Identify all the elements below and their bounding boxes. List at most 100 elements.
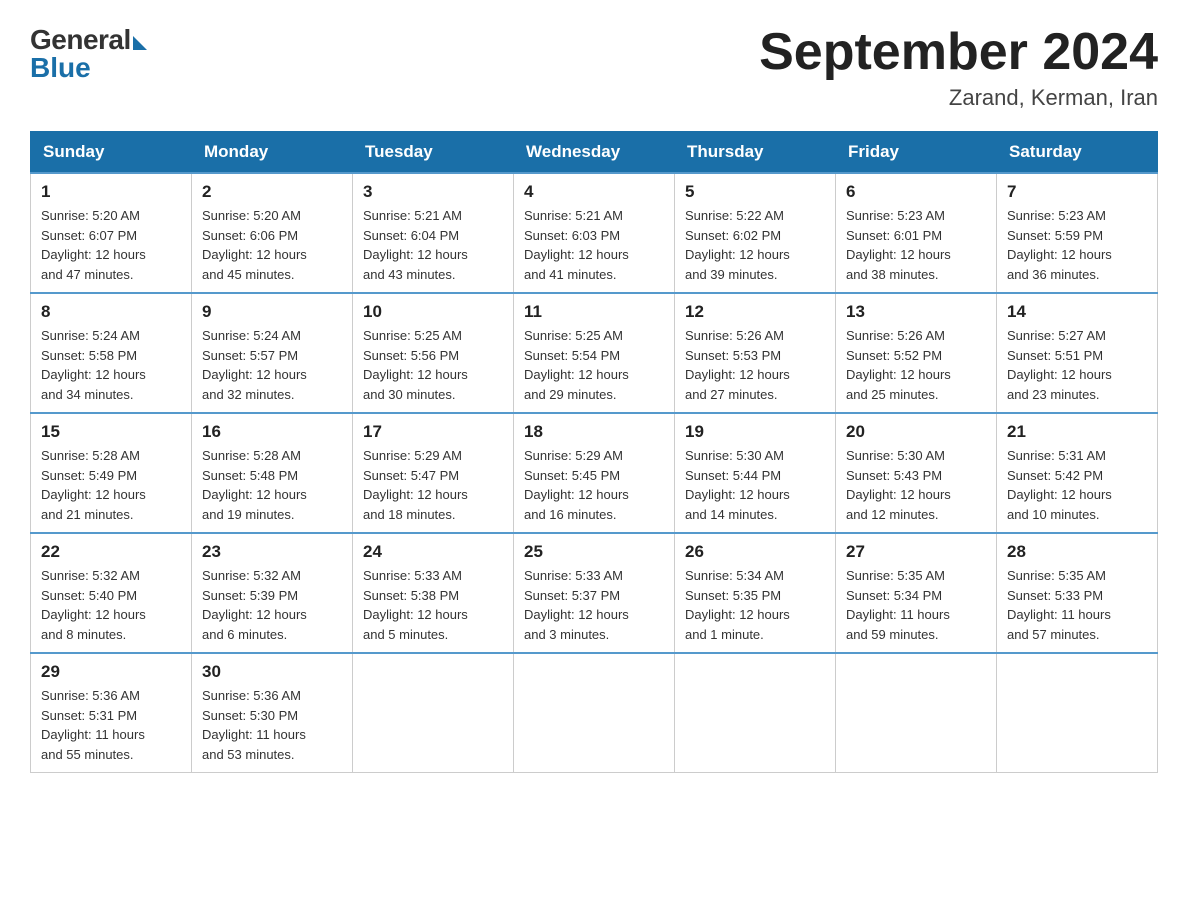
day-cell-24: 24 Sunrise: 5:33 AMSunset: 5:38 PMDayligh… <box>353 533 514 653</box>
day-number: 3 <box>363 182 503 202</box>
day-cell-3: 3 Sunrise: 5:21 AMSunset: 6:04 PMDaylight… <box>353 173 514 293</box>
day-info: Sunrise: 5:33 AMSunset: 5:37 PMDaylight:… <box>524 566 664 644</box>
day-number: 27 <box>846 542 986 562</box>
day-info: Sunrise: 5:35 AMSunset: 5:34 PMDaylight:… <box>846 566 986 644</box>
day-info: Sunrise: 5:29 AMSunset: 5:45 PMDaylight:… <box>524 446 664 524</box>
day-cell-28: 28 Sunrise: 5:35 AMSunset: 5:33 PMDayligh… <box>997 533 1158 653</box>
weekday-header-friday: Friday <box>836 132 997 174</box>
day-number: 14 <box>1007 302 1147 322</box>
weekday-header-monday: Monday <box>192 132 353 174</box>
day-number: 7 <box>1007 182 1147 202</box>
empty-cell <box>836 653 997 773</box>
day-info: Sunrise: 5:23 AMSunset: 5:59 PMDaylight:… <box>1007 206 1147 284</box>
day-number: 6 <box>846 182 986 202</box>
day-info: Sunrise: 5:28 AMSunset: 5:49 PMDaylight:… <box>41 446 181 524</box>
weekday-header-row: SundayMondayTuesdayWednesdayThursdayFrid… <box>31 132 1158 174</box>
day-info: Sunrise: 5:34 AMSunset: 5:35 PMDaylight:… <box>685 566 825 644</box>
day-number: 29 <box>41 662 181 682</box>
day-cell-21: 21Sunrise: 5:31 AMSunset: 5:42 PMDayligh… <box>997 413 1158 533</box>
day-number: 19 <box>685 422 825 442</box>
day-cell-25: 25 Sunrise: 5:33 AMSunset: 5:37 PMDayligh… <box>514 533 675 653</box>
day-number: 30 <box>202 662 342 682</box>
day-info: Sunrise: 5:20 AMSunset: 6:07 PMDaylight:… <box>41 206 181 284</box>
day-number: 2 <box>202 182 342 202</box>
day-number: 18 <box>524 422 664 442</box>
empty-cell <box>353 653 514 773</box>
day-cell-20: 20Sunrise: 5:30 AMSunset: 5:43 PMDayligh… <box>836 413 997 533</box>
day-info: Sunrise: 5:22 AMSunset: 6:02 PMDaylight:… <box>685 206 825 284</box>
day-cell-12: 12Sunrise: 5:26 AMSunset: 5:53 PMDayligh… <box>675 293 836 413</box>
day-cell-13: 13Sunrise: 5:26 AMSunset: 5:52 PMDayligh… <box>836 293 997 413</box>
day-number: 24 <box>363 542 503 562</box>
week-row-3: 15 Sunrise: 5:28 AMSunset: 5:49 PMDayligh… <box>31 413 1158 533</box>
day-info: Sunrise: 5:25 AMSunset: 5:56 PMDaylight:… <box>363 326 503 404</box>
location-text: Zarand, Kerman, Iran <box>759 85 1158 111</box>
day-cell-10: 10 Sunrise: 5:25 AMSunset: 5:56 PMDayligh… <box>353 293 514 413</box>
day-info: Sunrise: 5:33 AMSunset: 5:38 PMDaylight:… <box>363 566 503 644</box>
day-number: 4 <box>524 182 664 202</box>
day-info: Sunrise: 5:28 AMSunset: 5:48 PMDaylight:… <box>202 446 342 524</box>
week-row-4: 22 Sunrise: 5:32 AMSunset: 5:40 PMDayligh… <box>31 533 1158 653</box>
empty-cell <box>514 653 675 773</box>
day-cell-9: 9Sunrise: 5:24 AMSunset: 5:57 PMDaylight… <box>192 293 353 413</box>
day-info: Sunrise: 5:36 AMSunset: 5:30 PMDaylight:… <box>202 686 342 764</box>
week-row-1: 1 Sunrise: 5:20 AMSunset: 6:07 PMDaylight… <box>31 173 1158 293</box>
day-info: Sunrise: 5:29 AMSunset: 5:47 PMDaylight:… <box>363 446 503 524</box>
day-cell-29: 29 Sunrise: 5:36 AMSunset: 5:31 PMDayligh… <box>31 653 192 773</box>
weekday-header-thursday: Thursday <box>675 132 836 174</box>
week-row-2: 8Sunrise: 5:24 AMSunset: 5:58 PMDaylight… <box>31 293 1158 413</box>
day-number: 10 <box>363 302 503 322</box>
day-number: 11 <box>524 302 664 322</box>
day-cell-1: 1 Sunrise: 5:20 AMSunset: 6:07 PMDaylight… <box>31 173 192 293</box>
day-number: 1 <box>41 182 181 202</box>
title-section: September 2024 Zarand, Kerman, Iran <box>759 24 1158 111</box>
day-number: 12 <box>685 302 825 322</box>
day-info: Sunrise: 5:31 AMSunset: 5:42 PMDaylight:… <box>1007 446 1147 524</box>
day-cell-5: 5 Sunrise: 5:22 AMSunset: 6:02 PMDaylight… <box>675 173 836 293</box>
day-number: 5 <box>685 182 825 202</box>
day-number: 23 <box>202 542 342 562</box>
week-row-5: 29 Sunrise: 5:36 AMSunset: 5:31 PMDayligh… <box>31 653 1158 773</box>
day-info: Sunrise: 5:32 AMSunset: 5:40 PMDaylight:… <box>41 566 181 644</box>
day-cell-8: 8Sunrise: 5:24 AMSunset: 5:58 PMDaylight… <box>31 293 192 413</box>
day-number: 15 <box>41 422 181 442</box>
day-cell-30: 30 Sunrise: 5:36 AMSunset: 5:30 PMDayligh… <box>192 653 353 773</box>
day-info: Sunrise: 5:36 AMSunset: 5:31 PMDaylight:… <box>41 686 181 764</box>
day-cell-19: 19 Sunrise: 5:30 AMSunset: 5:44 PMDayligh… <box>675 413 836 533</box>
day-number: 25 <box>524 542 664 562</box>
day-number: 17 <box>363 422 503 442</box>
day-info: Sunrise: 5:24 AMSunset: 5:58 PMDaylight:… <box>41 326 181 404</box>
day-info: Sunrise: 5:21 AMSunset: 6:04 PMDaylight:… <box>363 206 503 284</box>
empty-cell <box>997 653 1158 773</box>
weekday-header-wednesday: Wednesday <box>514 132 675 174</box>
day-info: Sunrise: 5:35 AMSunset: 5:33 PMDaylight:… <box>1007 566 1147 644</box>
logo-arrow-icon <box>133 36 147 50</box>
logo: General Blue <box>30 24 147 84</box>
month-title: September 2024 <box>759 24 1158 81</box>
page-header: General Blue September 2024 Zarand, Kerm… <box>30 24 1158 111</box>
day-cell-11: 11 Sunrise: 5:25 AMSunset: 5:54 PMDayligh… <box>514 293 675 413</box>
day-cell-2: 2Sunrise: 5:20 AMSunset: 6:06 PMDaylight… <box>192 173 353 293</box>
day-info: Sunrise: 5:30 AMSunset: 5:44 PMDaylight:… <box>685 446 825 524</box>
day-number: 28 <box>1007 542 1147 562</box>
day-cell-22: 22 Sunrise: 5:32 AMSunset: 5:40 PMDayligh… <box>31 533 192 653</box>
day-info: Sunrise: 5:32 AMSunset: 5:39 PMDaylight:… <box>202 566 342 644</box>
day-number: 20 <box>846 422 986 442</box>
day-cell-23: 23 Sunrise: 5:32 AMSunset: 5:39 PMDayligh… <box>192 533 353 653</box>
day-cell-6: 6 Sunrise: 5:23 AMSunset: 6:01 PMDaylight… <box>836 173 997 293</box>
day-cell-7: 7 Sunrise: 5:23 AMSunset: 5:59 PMDaylight… <box>997 173 1158 293</box>
day-info: Sunrise: 5:24 AMSunset: 5:57 PMDaylight:… <box>202 326 342 404</box>
day-info: Sunrise: 5:23 AMSunset: 6:01 PMDaylight:… <box>846 206 986 284</box>
day-number: 22 <box>41 542 181 562</box>
day-info: Sunrise: 5:21 AMSunset: 6:03 PMDaylight:… <box>524 206 664 284</box>
logo-blue-text: Blue <box>30 52 91 84</box>
day-cell-27: 27 Sunrise: 5:35 AMSunset: 5:34 PMDayligh… <box>836 533 997 653</box>
day-info: Sunrise: 5:27 AMSunset: 5:51 PMDaylight:… <box>1007 326 1147 404</box>
calendar-table: SundayMondayTuesdayWednesdayThursdayFrid… <box>30 131 1158 773</box>
weekday-header-sunday: Sunday <box>31 132 192 174</box>
day-number: 26 <box>685 542 825 562</box>
day-cell-4: 4 Sunrise: 5:21 AMSunset: 6:03 PMDaylight… <box>514 173 675 293</box>
day-cell-18: 18 Sunrise: 5:29 AMSunset: 5:45 PMDayligh… <box>514 413 675 533</box>
day-info: Sunrise: 5:25 AMSunset: 5:54 PMDaylight:… <box>524 326 664 404</box>
day-cell-15: 15 Sunrise: 5:28 AMSunset: 5:49 PMDayligh… <box>31 413 192 533</box>
